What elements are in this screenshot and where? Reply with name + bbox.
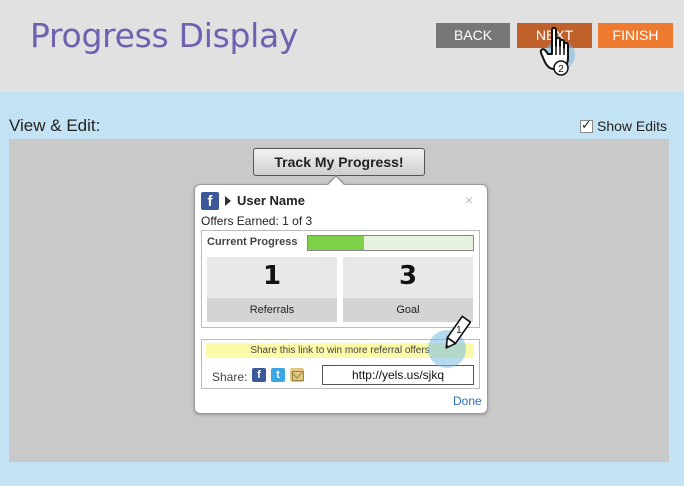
show-edits-label: Show Edits — [597, 118, 668, 134]
edit-step-label: 1 — [456, 325, 462, 336]
pencil-edit-icon[interactable]: 1 — [441, 314, 471, 354]
offers-earned: Offers Earned: 1 of 3 — [201, 214, 313, 228]
share-url-field[interactable]: http://yels.us/sjkq — [322, 365, 474, 385]
show-edits-checkbox[interactable] — [580, 117, 593, 133]
user-name: User Name — [237, 193, 305, 208]
back-button[interactable]: BACK — [436, 23, 510, 48]
share-label: Share: — [212, 370, 248, 384]
twitter-share-icon[interactable]: t — [271, 368, 285, 382]
progress-label: Current Progress — [207, 236, 298, 248]
referrals-label: Referrals — [207, 298, 337, 322]
referrals-stat: 1 Referrals — [207, 257, 337, 322]
caret-right-icon — [225, 196, 231, 206]
facebook-share-icon[interactable]: f — [252, 368, 266, 382]
referrals-value: 1 — [262, 261, 282, 291]
close-icon[interactable]: × — [465, 192, 473, 208]
finish-button[interactable]: FINISH — [598, 23, 673, 48]
hand-cursor-icon: 2 — [539, 26, 569, 76]
popup-pointer-inner — [327, 177, 345, 186]
track-progress-button[interactable]: Track My Progress! — [253, 148, 425, 176]
email-share-icon[interactable] — [290, 368, 304, 382]
section-title: View & Edit: — [9, 116, 101, 135]
goal-stat: 3 Goal — [343, 257, 473, 322]
progress-bar — [307, 235, 474, 251]
page-title: Progress Display — [30, 16, 299, 55]
show-edits-toggle[interactable]: Show Edits — [580, 117, 668, 134]
progress-bar-fill — [308, 236, 365, 250]
cursor-step-label: 2 — [558, 64, 564, 75]
goal-value: 3 — [398, 261, 418, 291]
done-link[interactable]: Done — [453, 394, 482, 408]
facebook-icon: f — [201, 192, 219, 210]
